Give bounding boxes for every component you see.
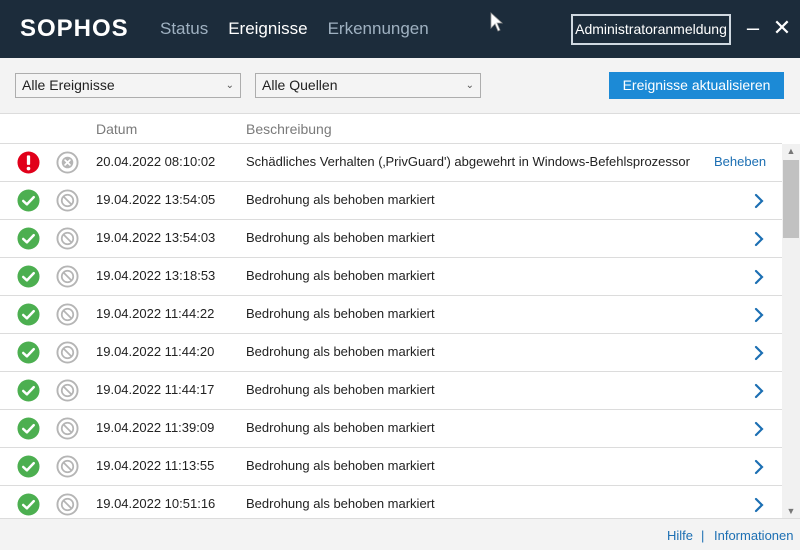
event-row[interactable]: 19.04.2022 11:13:55 Bedrohung als behoben… (0, 448, 782, 486)
header-bar: SOPHOS Status Ereignisse Erkennungen Adm… (0, 0, 800, 58)
blocked-icon (56, 189, 79, 212)
check-success-icon (17, 227, 40, 250)
event-date: 19.04.2022 13:54:03 (96, 230, 216, 245)
event-row[interactable]: 20.04.2022 08:10:02 Schädliches Verhalten… (0, 144, 782, 182)
event-date: 19.04.2022 11:44:20 (96, 344, 215, 359)
source-filter-select[interactable]: Alle Quellen ⌄ (255, 73, 481, 98)
chevron-right-icon[interactable] (752, 497, 766, 513)
source-filter-value: Alle Quellen (262, 77, 338, 93)
event-date: 19.04.2022 13:54:05 (96, 192, 216, 207)
event-filter-select[interactable]: Alle Ereignisse ⌄ (15, 73, 241, 98)
event-date: 19.04.2022 11:44:17 (96, 382, 215, 397)
information-link[interactable]: Informationen (714, 528, 794, 543)
event-list: 20.04.2022 08:10:02 Schädliches Verhalten… (0, 144, 782, 518)
event-date: 20.04.2022 08:10:02 (96, 154, 216, 169)
blocked-icon (56, 227, 79, 250)
admin-login-button[interactable]: Administratoranmeldung (571, 14, 731, 45)
event-row[interactable]: 19.04.2022 11:39:09 Bedrohung als behoben… (0, 410, 782, 448)
column-header-description[interactable]: Beschreibung (246, 121, 332, 137)
main-nav: Status Ereignisse Erkennungen (160, 19, 429, 39)
mouse-cursor-icon (490, 12, 504, 32)
column-header-date[interactable]: Datum (96, 121, 137, 137)
sophos-logo: SOPHOS (20, 15, 129, 42)
event-description: Bedrohung als behoben markiert (246, 496, 435, 511)
event-row[interactable]: 19.04.2022 10:51:16 Bedrohung als behoben… (0, 486, 782, 518)
footer-bar: Hilfe | Informationen (0, 518, 800, 550)
blocked-icon (56, 341, 79, 364)
blocked-icon (56, 379, 79, 402)
check-success-icon (17, 189, 40, 212)
chevron-right-icon[interactable] (752, 383, 766, 399)
event-row[interactable]: 19.04.2022 13:54:03 Bedrohung als behoben… (0, 220, 782, 258)
tab-ereignisse[interactable]: Ereignisse (228, 19, 307, 39)
close-button[interactable]: ✕ (772, 16, 792, 40)
event-description: Bedrohung als behoben markiert (246, 420, 435, 435)
scrollbar[interactable]: ▲ ▼ (782, 144, 800, 518)
footer-separator: | (701, 528, 705, 543)
event-filter-value: Alle Ereignisse (22, 77, 115, 93)
scroll-up-arrow-icon[interactable]: ▲ (782, 144, 800, 158)
chevron-right-icon[interactable] (752, 269, 766, 285)
event-description: Bedrohung als behoben markiert (246, 458, 435, 473)
event-description: Bedrohung als behoben markiert (246, 306, 435, 321)
refresh-events-button[interactable]: Ereignisse aktualisieren (609, 72, 784, 99)
event-description: Bedrohung als behoben markiert (246, 382, 435, 397)
filter-toolbar: Alle Ereignisse ⌄ Alle Quellen ⌄ Ereigni… (0, 58, 800, 114)
check-success-icon (17, 265, 40, 288)
chevron-down-icon: ⌄ (225, 80, 234, 91)
event-description: Bedrohung als behoben markiert (246, 192, 435, 207)
event-date: 19.04.2022 11:39:09 (96, 420, 215, 435)
event-date: 19.04.2022 11:13:55 (96, 458, 215, 473)
blocked-icon (56, 265, 79, 288)
chevron-right-icon[interactable] (752, 345, 766, 361)
event-description: Bedrohung als behoben markiert (246, 344, 435, 359)
table-header: Datum Beschreibung (0, 114, 782, 144)
event-row[interactable]: 19.04.2022 11:44:22 Bedrohung als behoben… (0, 296, 782, 334)
event-row[interactable]: 19.04.2022 11:44:17 Bedrohung als behoben… (0, 372, 782, 410)
event-description: Bedrohung als behoben markiert (246, 268, 435, 283)
tab-erkennungen[interactable]: Erkennungen (328, 19, 429, 39)
blocked-icon (56, 417, 79, 440)
minimize-button[interactable]: – (743, 16, 763, 40)
event-row[interactable]: 19.04.2022 11:44:20 Bedrohung als behoben… (0, 334, 782, 372)
blocked-x-icon (56, 151, 79, 174)
event-description: Bedrohung als behoben markiert (246, 230, 435, 245)
blocked-icon (56, 455, 79, 478)
event-date: 19.04.2022 13:18:53 (96, 268, 216, 283)
chevron-right-icon[interactable] (752, 307, 766, 323)
event-date: 19.04.2022 10:51:16 (96, 496, 216, 511)
check-success-icon (17, 455, 40, 478)
event-row[interactable]: 19.04.2022 13:18:53 Bedrohung als behoben… (0, 258, 782, 296)
blocked-icon (56, 303, 79, 326)
blocked-icon (56, 493, 79, 516)
event-description: Schädliches Verhalten (‚PrivGuard') abge… (246, 154, 690, 169)
help-link[interactable]: Hilfe (667, 528, 693, 543)
check-success-icon (17, 303, 40, 326)
chevron-right-icon[interactable] (752, 231, 766, 247)
error-alert-icon (17, 151, 40, 174)
chevron-right-icon[interactable] (752, 459, 766, 475)
event-row[interactable]: 19.04.2022 13:54:05 Bedrohung als behoben… (0, 182, 782, 220)
check-success-icon (17, 493, 40, 516)
chevron-down-icon: ⌄ (465, 80, 474, 91)
check-success-icon (17, 341, 40, 364)
tab-status[interactable]: Status (160, 19, 208, 39)
chevron-right-icon[interactable] (752, 421, 766, 437)
scroll-thumb[interactable] (783, 160, 799, 238)
scroll-down-arrow-icon[interactable]: ▼ (782, 504, 800, 518)
event-date: 19.04.2022 11:44:22 (96, 306, 215, 321)
check-success-icon (17, 379, 40, 402)
chevron-right-icon[interactable] (752, 193, 766, 209)
check-success-icon (17, 417, 40, 440)
fix-link[interactable]: Beheben (714, 154, 766, 169)
